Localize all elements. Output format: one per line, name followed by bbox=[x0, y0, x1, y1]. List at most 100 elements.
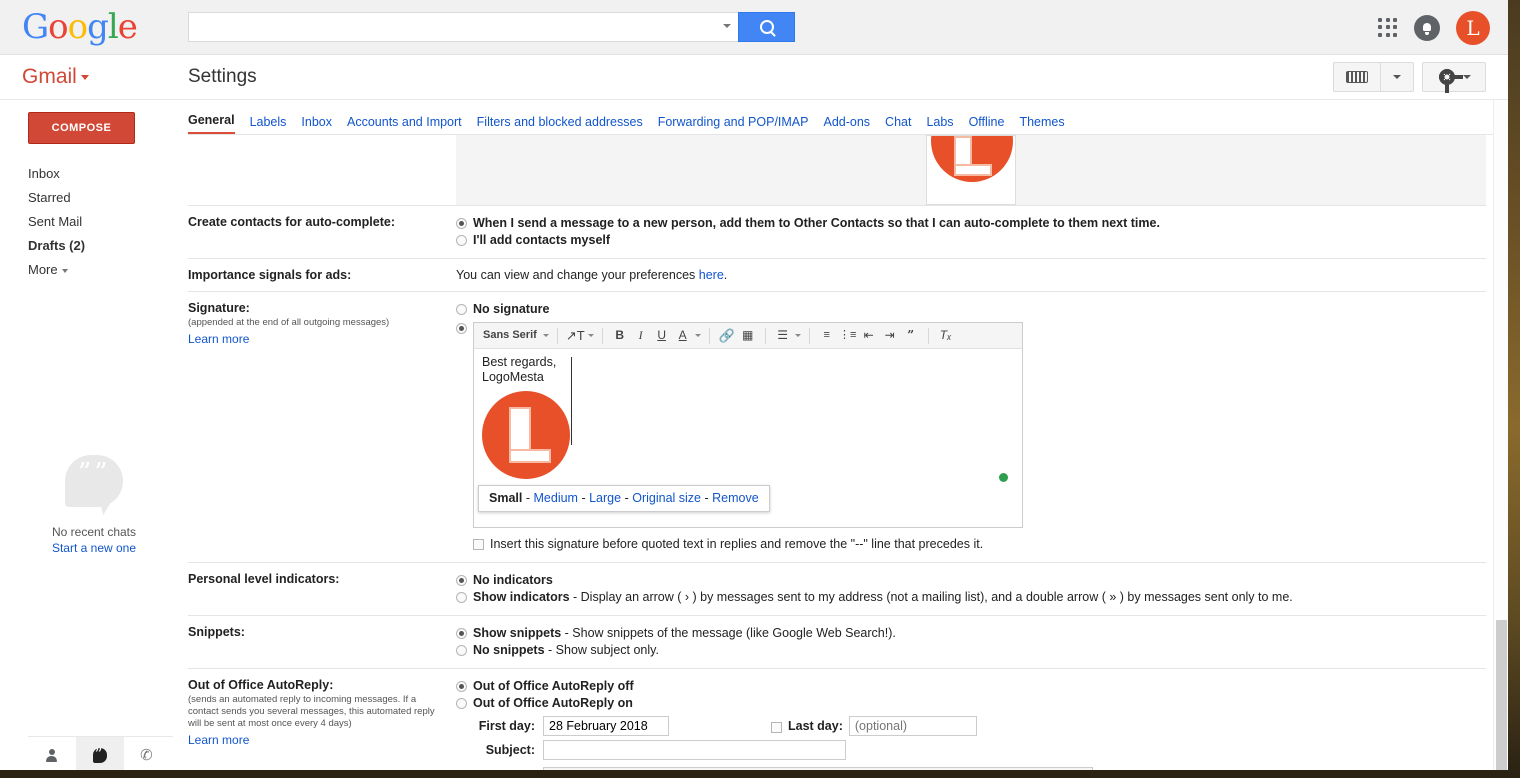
indent-more-icon[interactable]: ⇥ bbox=[881, 326, 899, 346]
hangouts-chat-icon bbox=[92, 748, 107, 763]
first-day-label: First day: bbox=[478, 719, 535, 733]
ads-preferences-link[interactable]: here bbox=[699, 268, 724, 282]
vacation-learn-more-link[interactable]: Learn more bbox=[188, 733, 249, 747]
contacts-button[interactable] bbox=[28, 737, 76, 770]
settings-gear-button[interactable] bbox=[1422, 62, 1486, 93]
bold-icon[interactable]: B bbox=[611, 326, 629, 346]
indent-less-icon[interactable]: ⇤ bbox=[860, 326, 878, 346]
radio-option[interactable]: Show indicators - Display an arrow ( › )… bbox=[456, 589, 1486, 606]
radio-no-indicators[interactable] bbox=[456, 575, 467, 586]
signature-learn-more-link[interactable]: Learn more bbox=[188, 332, 249, 346]
bulleted-list-icon[interactable]: ⋮≡ bbox=[839, 326, 857, 346]
image-size-original[interactable]: Original size bbox=[632, 491, 701, 505]
tab-themes[interactable]: Themes bbox=[1019, 115, 1064, 134]
tab-general[interactable]: General bbox=[188, 113, 235, 134]
radio-option[interactable]: No signature bbox=[456, 301, 1486, 318]
table-row: Personal level indicators: No indicators… bbox=[188, 563, 1486, 616]
image-size-medium[interactable]: Medium bbox=[534, 491, 578, 505]
radio-no-signature[interactable] bbox=[456, 304, 467, 315]
image-size-large[interactable]: Large bbox=[589, 491, 621, 505]
scrollbar-thumb[interactable] bbox=[1496, 620, 1507, 770]
font-family-icon[interactable]: Sans Serif bbox=[480, 326, 540, 346]
sidebar-item-starred[interactable]: Starred bbox=[28, 186, 188, 210]
last-day-label: Last day: bbox=[788, 719, 843, 733]
image-remove[interactable]: Remove bbox=[712, 491, 759, 505]
radio-option[interactable]: Show snippets - Show snippets of the mes… bbox=[456, 625, 1486, 642]
tab-offline[interactable]: Offline bbox=[969, 115, 1005, 134]
compose-button[interactable]: COMPOSE bbox=[28, 112, 135, 144]
radio-option[interactable]: No indicators bbox=[456, 572, 1486, 589]
apps-grid-icon[interactable] bbox=[1378, 17, 1398, 38]
tab-chat[interactable]: Chat bbox=[885, 115, 911, 134]
gmail-logo[interactable]: Gmail bbox=[22, 65, 89, 89]
remove-formatting-icon[interactable]: Tₓ bbox=[937, 326, 955, 346]
phone-button[interactable] bbox=[124, 737, 172, 770]
radio-autoreply-off[interactable] bbox=[456, 681, 467, 692]
popup-separator: - bbox=[525, 491, 531, 505]
text-color-icon[interactable]: A bbox=[674, 326, 692, 346]
radio-option[interactable]: No snippets - Show subject only. bbox=[456, 642, 1486, 659]
radio-show-snippets[interactable] bbox=[456, 628, 467, 639]
search-options-caret-icon[interactable] bbox=[723, 24, 731, 28]
font-size-caret-icon[interactable] bbox=[587, 334, 594, 337]
tab-inbox[interactable]: Inbox bbox=[301, 115, 332, 134]
image-icon[interactable]: ▦ bbox=[739, 326, 757, 346]
signature-logo-image[interactable] bbox=[482, 391, 570, 479]
radio-option[interactable]: Out of Office AutoReply on bbox=[456, 695, 1486, 712]
numbered-list-icon[interactable]: ≡ bbox=[818, 326, 836, 346]
font-size-icon[interactable]: ↗T bbox=[566, 326, 585, 346]
radio-no-snippets[interactable] bbox=[456, 645, 467, 656]
insert-signature-option[interactable]: Insert this signature before quoted text… bbox=[473, 536, 1486, 553]
italic-icon[interactable]: I bbox=[632, 326, 650, 346]
underline-icon[interactable]: U bbox=[653, 326, 671, 346]
chevron-down-icon[interactable] bbox=[1393, 75, 1401, 79]
tab-forwarding-and-pop-imap[interactable]: Forwarding and POP/IMAP bbox=[658, 115, 809, 134]
radio-autoreply-on[interactable] bbox=[456, 698, 467, 709]
image-size-small[interactable]: Small bbox=[489, 491, 522, 505]
radio-option[interactable]: Out of Office AutoReply off bbox=[456, 678, 1486, 695]
hangouts-chat-button[interactable] bbox=[75, 737, 124, 770]
tab-accounts-and-import[interactable]: Accounts and Import bbox=[347, 115, 462, 134]
last-day-checkbox[interactable] bbox=[771, 722, 782, 733]
tab-filters-and-blocked-addresses[interactable]: Filters and blocked addresses bbox=[477, 115, 643, 134]
last-day-input[interactable] bbox=[848, 716, 977, 736]
insert-signature-checkbox[interactable] bbox=[473, 539, 484, 550]
align-icon[interactable]: ☰ bbox=[774, 326, 792, 346]
keyboard-shortcut-button[interactable] bbox=[1333, 62, 1414, 92]
notifications-button[interactable] bbox=[1414, 14, 1440, 41]
tab-labs[interactable]: Labs bbox=[926, 115, 953, 134]
gmail-label: Gmail bbox=[22, 65, 77, 88]
google-logo[interactable]: Google bbox=[22, 8, 138, 46]
radio-auto-add-contacts[interactable] bbox=[456, 218, 467, 229]
sidebar-item-inbox[interactable]: Inbox bbox=[28, 162, 188, 186]
radio-autoreply-off-label: Out of Office AutoReply off bbox=[473, 679, 634, 693]
radio-option[interactable]: I'll add contacts myself bbox=[456, 232, 1486, 249]
signature-content[interactable]: Best regards, LogoMesta Small - Medium -… bbox=[474, 349, 1022, 527]
table-row: Signature: (appended at the end of all o… bbox=[188, 292, 1486, 563]
align-caret-icon[interactable] bbox=[794, 334, 801, 337]
search-box[interactable] bbox=[188, 12, 738, 42]
scrollbar-track[interactable] bbox=[1493, 100, 1508, 770]
radio-option[interactable]: When I send a message to a new person, a… bbox=[456, 215, 1486, 232]
avatar[interactable]: L bbox=[1456, 10, 1490, 45]
chevron-down-icon[interactable] bbox=[80, 74, 89, 80]
quote-icon[interactable]: ” bbox=[902, 326, 920, 346]
sidebar-item-sent-mail[interactable]: Sent Mail bbox=[28, 210, 188, 234]
radio-option[interactable]: Sans Serif ↗T B I U A 🔗 ▦ ☰ ≡ ⋮≡ ⇤ ⇥ ” T… bbox=[456, 320, 1486, 528]
start-new-chat-link[interactable]: Start a new one bbox=[0, 541, 188, 555]
sidebar-item-more[interactable]: More bbox=[28, 258, 188, 282]
font-family-caret-icon[interactable] bbox=[542, 334, 549, 337]
sidebar-item-drafts[interactable]: Drafts (2) bbox=[28, 234, 188, 258]
chat-empty-text: No recent chats bbox=[51, 525, 137, 539]
radio-show-indicators[interactable] bbox=[456, 592, 467, 603]
search-input[interactable] bbox=[189, 13, 738, 41]
tab-add-ons[interactable]: Add-ons bbox=[823, 115, 870, 134]
search-button[interactable] bbox=[738, 12, 795, 42]
link-icon[interactable]: 🔗 bbox=[718, 326, 736, 346]
text-color-caret-icon[interactable] bbox=[694, 334, 701, 337]
subject-input[interactable] bbox=[543, 740, 846, 760]
radio-manual-add-contacts[interactable] bbox=[456, 235, 467, 246]
first-day-input[interactable] bbox=[543, 716, 669, 736]
radio-use-signature[interactable] bbox=[456, 323, 467, 334]
tab-labels[interactable]: Labels bbox=[250, 115, 287, 134]
